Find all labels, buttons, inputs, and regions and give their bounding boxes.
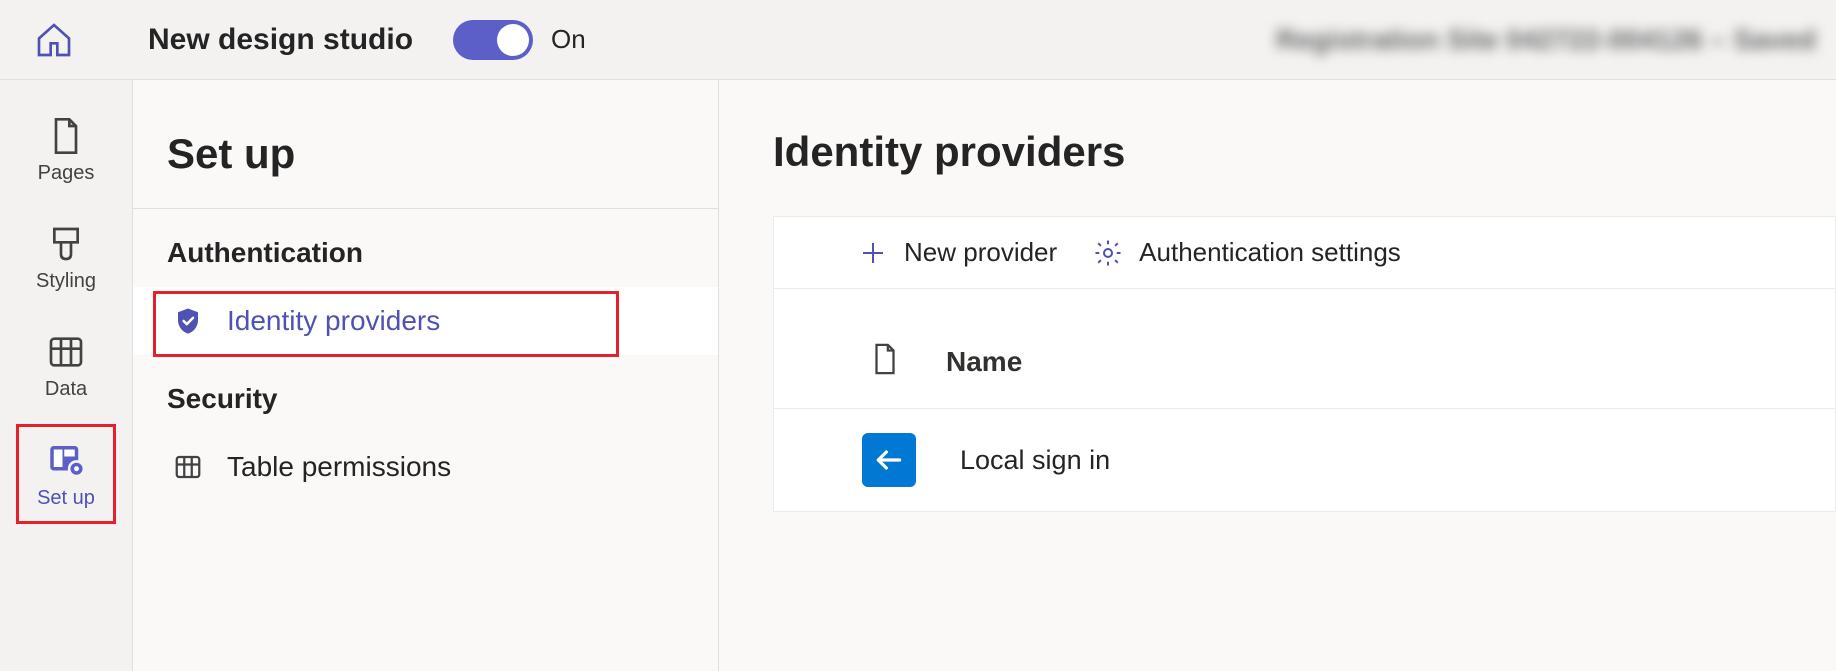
command-bar: New provider Authentication settings bbox=[774, 217, 1835, 289]
page-title: Identity providers bbox=[773, 128, 1836, 176]
table-header: Name bbox=[774, 289, 1835, 409]
gear-icon bbox=[1091, 238, 1125, 268]
page-icon bbox=[46, 116, 86, 156]
sidebar-group-security: Security bbox=[133, 355, 718, 433]
file-icon bbox=[868, 339, 902, 384]
brush-icon bbox=[46, 224, 86, 264]
rail-label: Pages bbox=[38, 162, 95, 185]
authentication-settings-button[interactable]: Authentication settings bbox=[1091, 237, 1401, 268]
sidebar-item-table-permissions[interactable]: Table permissions bbox=[133, 433, 718, 501]
document-title: Registration Site 042722-004126 – Saved bbox=[1276, 24, 1816, 56]
table-row[interactable]: Local sign in bbox=[774, 409, 1835, 511]
rail-item-pages[interactable]: Pages bbox=[16, 100, 116, 200]
cmd-label: New provider bbox=[904, 237, 1057, 268]
app-header: New design studio On Registration Site 0… bbox=[0, 0, 1836, 80]
setup-icon bbox=[45, 439, 87, 481]
plus-icon bbox=[856, 238, 890, 268]
table-icon bbox=[46, 332, 86, 372]
sidebar-item-identity-providers[interactable]: Identity providers bbox=[133, 287, 718, 355]
design-studio-toggle-group: On bbox=[453, 20, 586, 60]
new-provider-button[interactable]: New provider bbox=[856, 237, 1057, 268]
row-name: Local sign in bbox=[960, 445, 1110, 476]
toggle-knob bbox=[497, 24, 529, 56]
local-signin-icon bbox=[862, 433, 916, 487]
design-studio-toggle[interactable] bbox=[453, 20, 533, 60]
main-content: Identity providers New provider bbox=[719, 80, 1836, 671]
rail-label: Set up bbox=[37, 487, 95, 510]
rail-item-styling[interactable]: Styling bbox=[16, 208, 116, 308]
cmd-label: Authentication settings bbox=[1139, 237, 1401, 268]
setup-sidebar: Set up Authentication Identity providers… bbox=[133, 80, 719, 671]
sidebar-group-authentication: Authentication bbox=[133, 209, 718, 287]
sidebar-item-label: Table permissions bbox=[227, 451, 451, 483]
home-icon[interactable] bbox=[30, 16, 78, 64]
nav-rail: Pages Styling Data Set up bbox=[0, 80, 133, 671]
providers-panel: New provider Authentication settings bbox=[773, 216, 1836, 512]
table-icon bbox=[171, 452, 205, 482]
header-title: New design studio bbox=[148, 23, 413, 57]
sidebar-item-label: Identity providers bbox=[227, 305, 440, 337]
toggle-state-label: On bbox=[551, 24, 586, 55]
sidebar-title: Set up bbox=[133, 120, 718, 209]
rail-item-data[interactable]: Data bbox=[16, 316, 116, 416]
rail-label: Data bbox=[45, 378, 87, 401]
shield-check-icon bbox=[171, 306, 205, 336]
column-header-name[interactable]: Name bbox=[946, 346, 1022, 378]
rail-label: Styling bbox=[36, 270, 96, 293]
rail-item-setup[interactable]: Set up bbox=[16, 424, 116, 524]
